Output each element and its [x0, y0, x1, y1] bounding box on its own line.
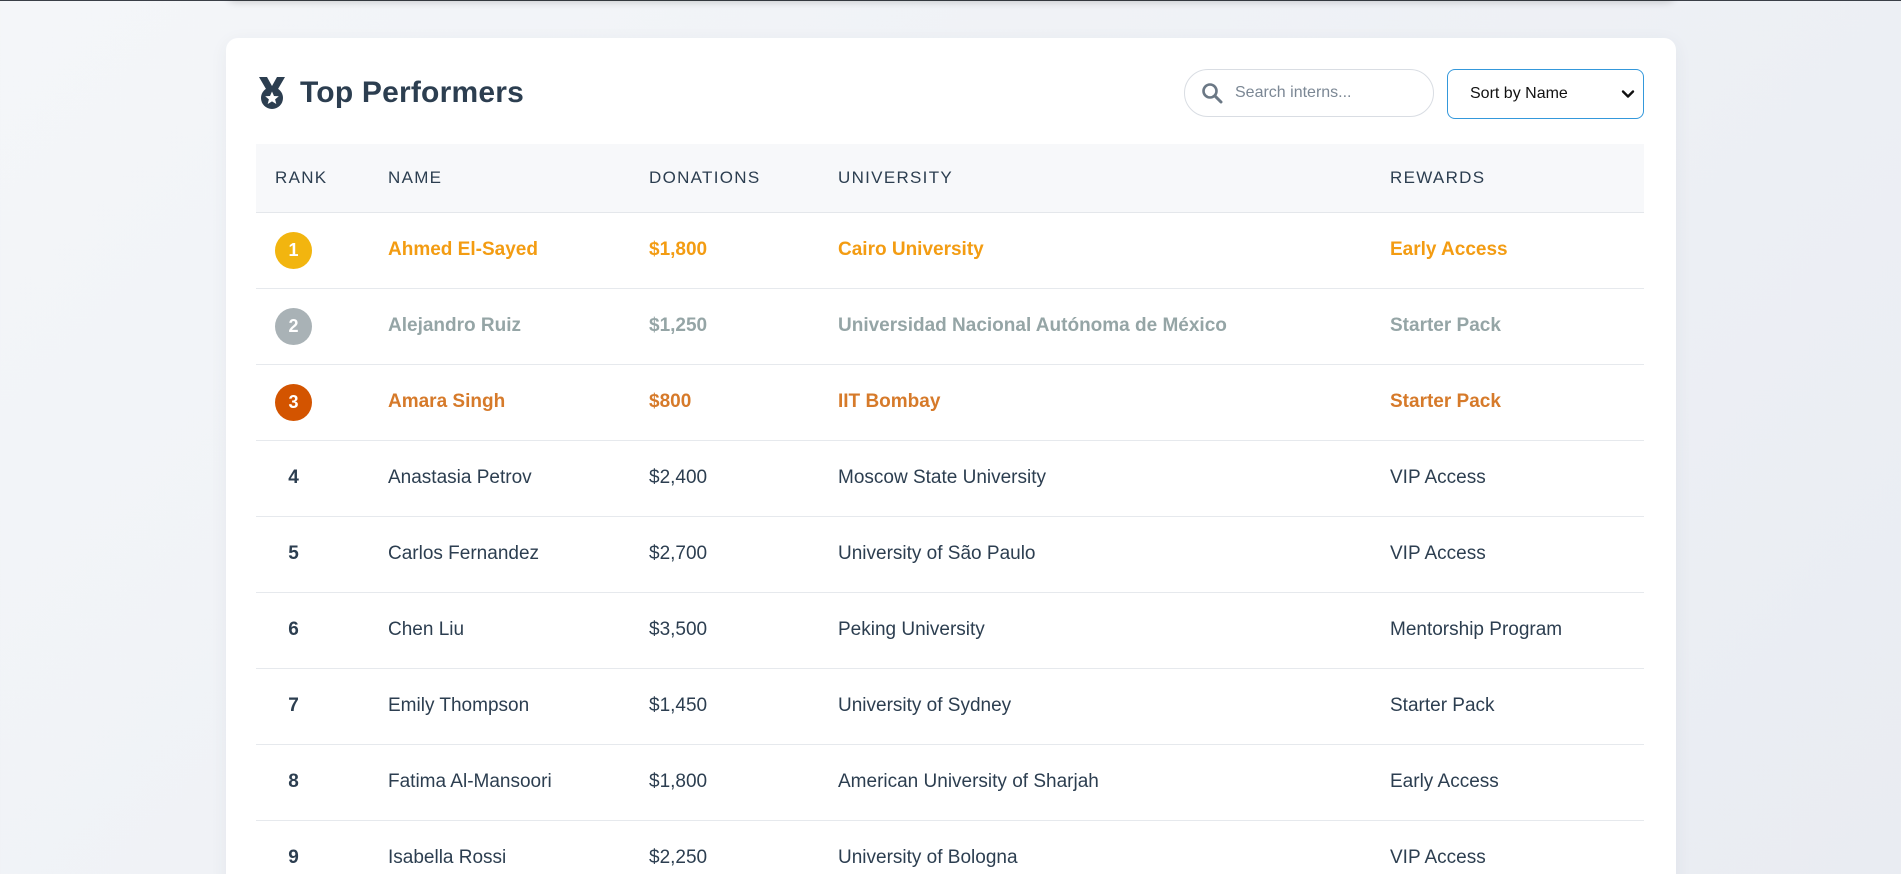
university-cell: University of Bologna [838, 820, 1390, 874]
donations-cell: $800 [649, 364, 838, 441]
rank-cell: 3 [256, 364, 388, 441]
table-row[interactable]: 2 Alejandro Ruiz $1,250 Universidad Naci… [256, 288, 1644, 365]
rank-cell: 5 [256, 516, 388, 593]
column-header-rank[interactable]: RANK [256, 144, 388, 213]
page-title: Top Performers [300, 76, 524, 109]
search-icon [1202, 83, 1223, 104]
rank-cell: 7 [256, 668, 388, 745]
gold-rank-badge: 1 [275, 231, 312, 269]
column-header-name[interactable]: NAME [388, 144, 649, 213]
performers-table: RANK NAME DONATIONS UNIVERSITY REWARDS 1… [256, 144, 1644, 874]
bronze-rank-badge: 3 [275, 383, 312, 421]
name-cell: Ahmed El-Sayed [388, 212, 649, 289]
sort-select-value: Sort by Name [1470, 85, 1568, 102]
title-group: Top Performers [256, 76, 524, 110]
rank-cell: 4 [256, 440, 388, 517]
university-cell: Universidad Nacional Autónoma de México [838, 288, 1390, 365]
name-cell: Alejandro Ruiz [388, 288, 649, 365]
search-box[interactable] [1184, 69, 1434, 117]
name-cell: Isabella Rossi [388, 820, 649, 874]
reward-cell: Mentorship Program [1390, 592, 1644, 669]
rank-cell: 8 [256, 744, 388, 821]
window-top-edge [0, 0, 1901, 1]
name-cell: Amara Singh [388, 364, 649, 441]
column-header-university[interactable]: UNIVERSITY [838, 144, 1390, 213]
reward-cell: VIP Access [1390, 820, 1644, 874]
university-cell: IIT Bombay [838, 364, 1390, 441]
name-cell: Emily Thompson [388, 668, 649, 745]
column-header-rewards[interactable]: REWARDS [1390, 144, 1644, 213]
table-row[interactable]: 9 Isabella Rossi $2,250 University of Bo… [256, 820, 1644, 874]
name-cell: Carlos Fernandez [388, 516, 649, 593]
table-header-row: RANK NAME DONATIONS UNIVERSITY REWARDS [256, 144, 1644, 213]
reward-cell: VIP Access [1390, 440, 1644, 517]
reward-cell: Early Access [1390, 212, 1644, 289]
table-row[interactable]: 6 Chen Liu $3,500 Peking University Ment… [256, 592, 1644, 669]
table-row[interactable]: 7 Emily Thompson $1,450 University of Sy… [256, 668, 1644, 745]
reward-cell: Starter Pack [1390, 364, 1644, 441]
rank-cell: 1 [256, 212, 388, 289]
table-row[interactable]: 8 Fatima Al-Mansoori $1,800 American Uni… [256, 744, 1644, 821]
donations-cell: $1,450 [649, 668, 838, 745]
chevron-down-icon [1621, 90, 1635, 98]
rank-cell: 2 [256, 288, 388, 365]
rank-number: 5 [288, 543, 299, 564]
rank-cell: 9 [256, 820, 388, 874]
card-header: Top Performers Sort by Name [256, 38, 1644, 144]
rank-number: 9 [288, 847, 299, 868]
name-cell: Anastasia Petrov [388, 440, 649, 517]
rank-number: 8 [288, 771, 299, 792]
university-cell: University of Sydney [838, 668, 1390, 745]
university-cell: Peking University [838, 592, 1390, 669]
search-input[interactable] [1233, 83, 1417, 103]
reward-cell: Starter Pack [1390, 288, 1644, 365]
leaderboard-card: Top Performers Sort by Name RANK [226, 38, 1676, 874]
column-header-donations[interactable]: DONATIONS [649, 144, 838, 213]
table-row[interactable]: 1 Ahmed El-Sayed $1,800 Cairo University… [256, 212, 1644, 289]
reward-cell: Starter Pack [1390, 668, 1644, 745]
donations-cell: $1,250 [649, 288, 838, 365]
table-row[interactable]: 4 Anastasia Petrov $2,400 Moscow State U… [256, 440, 1644, 517]
sort-select[interactable]: Sort by Name [1447, 69, 1644, 119]
rank-number: 7 [288, 695, 299, 716]
university-cell: American University of Sharjah [838, 744, 1390, 821]
donations-cell: $1,800 [649, 212, 838, 289]
rank-number: 4 [288, 467, 299, 488]
silver-rank-badge: 2 [275, 307, 312, 345]
donations-cell: $2,400 [649, 440, 838, 517]
name-cell: Fatima Al-Mansoori [388, 744, 649, 821]
donations-cell: $3,500 [649, 592, 838, 669]
university-cell: Moscow State University [838, 440, 1390, 517]
reward-cell: VIP Access [1390, 516, 1644, 593]
rank-cell: 6 [256, 592, 388, 669]
donations-cell: $2,250 [649, 820, 838, 874]
table-row[interactable]: 3 Amara Singh $800 IIT Bombay Starter Pa… [256, 364, 1644, 441]
university-cell: University of São Paulo [838, 516, 1390, 593]
donations-cell: $1,800 [649, 744, 838, 821]
reward-cell: Early Access [1390, 744, 1644, 821]
table-row[interactable]: 5 Carlos Fernandez $2,700 University of … [256, 516, 1644, 593]
donations-cell: $2,700 [649, 516, 838, 593]
name-cell: Chen Liu [388, 592, 649, 669]
university-cell: Cairo University [838, 212, 1390, 289]
medal-icon [259, 77, 285, 109]
rank-number: 6 [288, 619, 299, 640]
